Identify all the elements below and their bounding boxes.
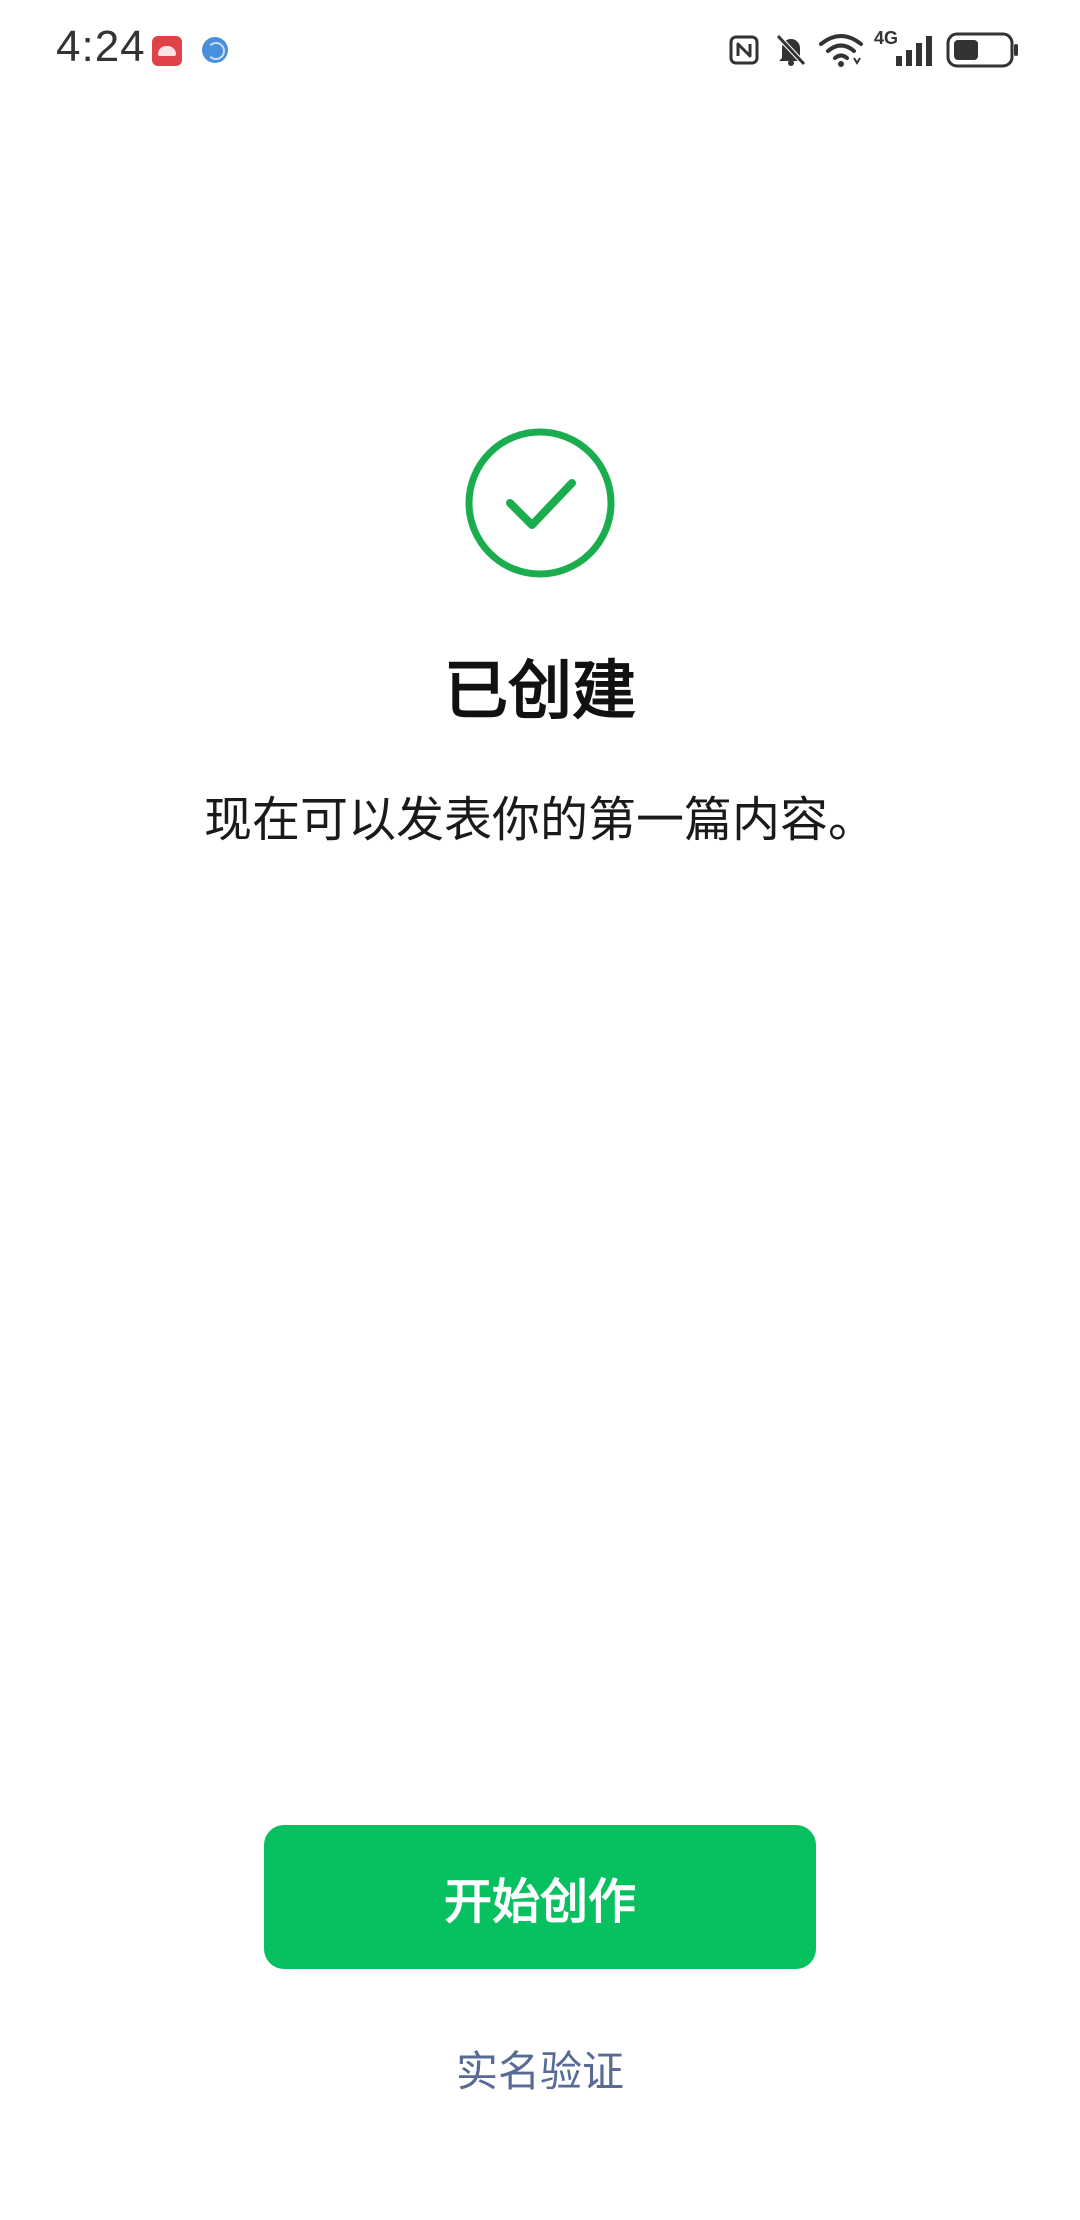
battery-icon [946, 32, 1018, 68]
wifi-icon [819, 34, 863, 67]
nfc-icon [729, 35, 759, 65]
browser-icon [202, 37, 228, 63]
success-title: 已创建 [444, 655, 636, 729]
status-time: 4:24 [56, 22, 146, 71]
huawei-app-icon [152, 36, 182, 66]
real-name-verification-link[interactable]: 实名验证 [0, 2038, 1080, 2099]
check-circle-icon [464, 427, 616, 579]
signal-icon [896, 36, 932, 66]
start-creating-button[interactable]: 开始创作 [264, 1825, 816, 1969]
success-message: 现在可以发表你的第一篇内容。 [203, 792, 876, 848]
status-bar: 4:24 4G [0, 0, 1080, 100]
mute-bell-icon [776, 34, 806, 66]
